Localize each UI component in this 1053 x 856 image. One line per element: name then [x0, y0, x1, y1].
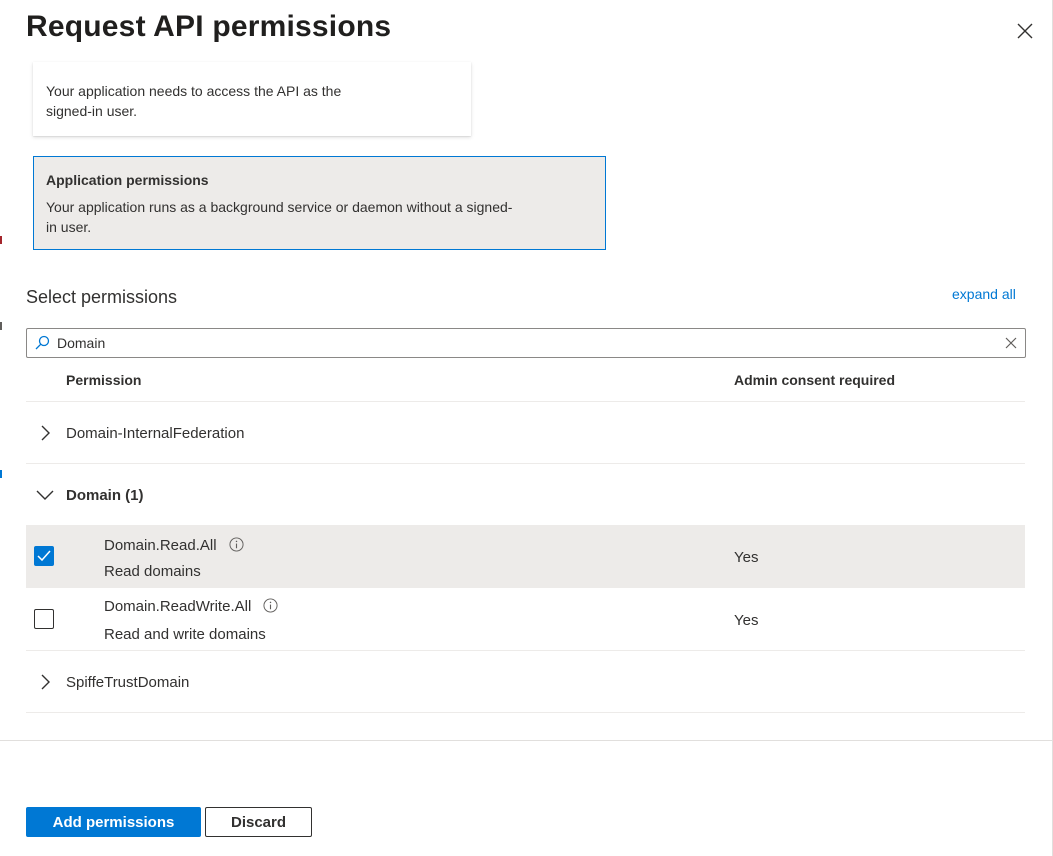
permission-row-domain-read-all[interactable]: Domain.Read.All Read domains Yes: [26, 526, 1025, 588]
group-label: Domain (1): [66, 487, 144, 504]
chevron-right-icon[interactable]: [36, 673, 54, 691]
clear-search-icon[interactable]: [1005, 337, 1017, 349]
group-row-domain[interactable]: Domain (1): [26, 464, 1025, 526]
permission-description: Read and write domains: [104, 626, 266, 643]
background-edge-mark: [0, 322, 2, 330]
search-icon: [35, 335, 50, 350]
permission-name: Domain.Read.All: [104, 537, 217, 554]
delegated-permissions-card[interactable]: Your application needs to access the API…: [33, 62, 471, 136]
permission-name: Domain.ReadWrite.All: [104, 598, 252, 615]
application-permissions-card[interactable]: Application permissions Your application…: [33, 156, 606, 250]
panel-title: Request API permissions: [26, 10, 392, 43]
column-header-admin-consent: Admin consent required: [734, 372, 896, 388]
background-edge-mark: [0, 236, 2, 244]
permission-search-input[interactable]: [57, 332, 997, 354]
group-label: Domain-InternalFederation: [66, 425, 245, 442]
admin-consent-value: Yes: [734, 612, 759, 629]
permission-description: Read domains: [104, 563, 201, 580]
chevron-right-icon[interactable]: [36, 424, 54, 442]
info-icon[interactable]: [263, 598, 278, 613]
close-button[interactable]: [1010, 16, 1040, 46]
admin-consent-value: Yes: [734, 549, 759, 566]
expand-all-link[interactable]: expand all: [952, 286, 1016, 302]
checkmark-icon: [37, 550, 51, 562]
permission-checkbox[interactable]: [34, 546, 54, 566]
permission-row-domain-readwrite-all[interactable]: Domain.ReadWrite.All Read and write doma…: [26, 588, 1025, 651]
footer-divider: [0, 740, 1053, 741]
permission-name-container: Domain.Read.All: [104, 537, 244, 554]
application-permissions-description: Your application runs as a background se…: [46, 199, 513, 235]
column-header-permission: Permission: [66, 372, 142, 388]
application-permissions-title: Application permissions: [46, 172, 209, 188]
permission-checkbox[interactable]: [34, 609, 54, 629]
info-icon[interactable]: [229, 537, 244, 552]
add-permissions-button[interactable]: Add permissions: [26, 807, 201, 837]
select-permissions-heading: Select permissions: [26, 287, 178, 307]
delegated-permissions-description: Your application needs to access the API…: [46, 83, 342, 119]
background-edge-mark: [0, 470, 2, 478]
chevron-down-icon[interactable]: [36, 486, 54, 504]
group-row-spiffetrustdomain[interactable]: SpiffeTrustDomain: [26, 651, 1025, 713]
group-row-domain-internalfederation[interactable]: Domain-InternalFederation: [26, 402, 1025, 464]
discard-button[interactable]: Discard: [205, 807, 312, 837]
permission-name-container: Domain.ReadWrite.All: [104, 598, 278, 615]
group-label: SpiffeTrustDomain: [66, 674, 190, 691]
close-icon: [1017, 23, 1033, 39]
permission-search-box[interactable]: [26, 328, 1026, 358]
